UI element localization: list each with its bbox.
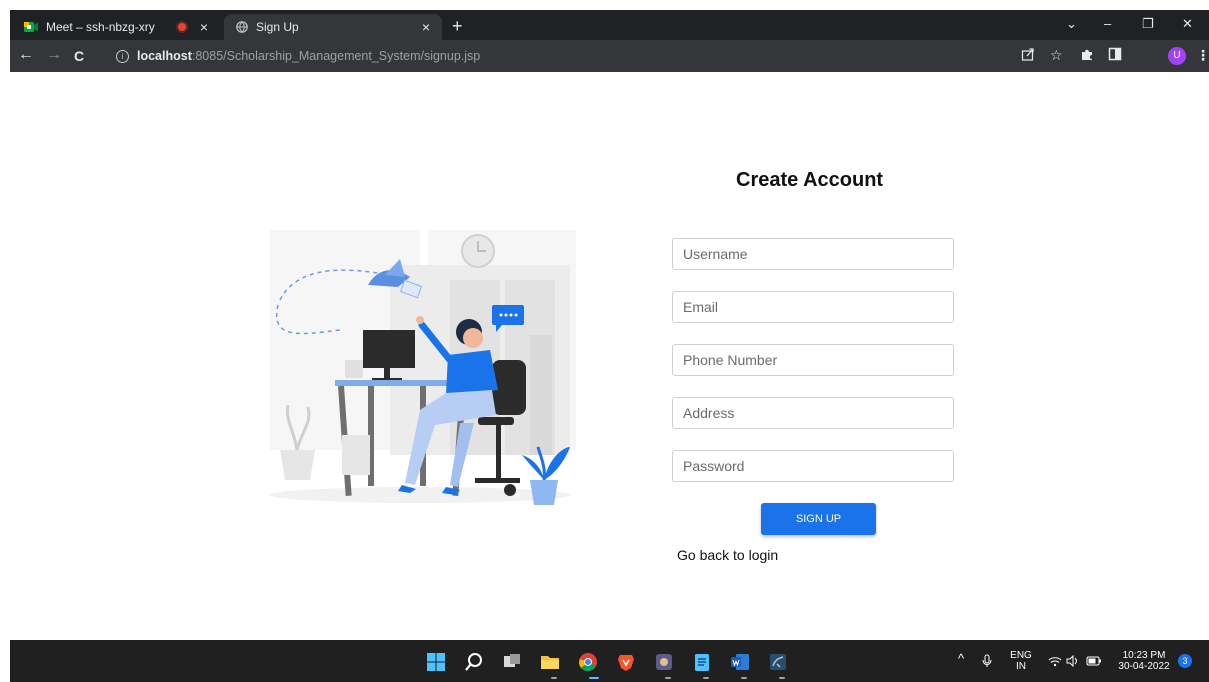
clock[interactable]: 10:23 PM 30-04-2022	[1114, 650, 1174, 672]
globe-icon	[236, 21, 248, 33]
clock-time: 10:23 PM	[1122, 650, 1166, 661]
username-field[interactable]	[672, 238, 954, 270]
password-field[interactable]	[672, 450, 954, 482]
menu-icon[interactable]: ⋮	[1196, 47, 1209, 64]
close-icon[interactable]: ×	[422, 19, 430, 35]
running-indicator	[665, 677, 671, 679]
reload-button[interactable]: C	[74, 48, 84, 64]
restore-button[interactable]: ❐	[1142, 16, 1154, 32]
running-indicator	[551, 677, 557, 679]
tab-signup-title: Sign Up	[256, 20, 299, 34]
windows-taskbar: ^ ENG IN 10:23 PM 30-04-2022	[10, 640, 1209, 682]
back-to-login-link[interactable]: Go back to login	[677, 547, 778, 563]
address-field[interactable]	[672, 397, 954, 429]
notification-badge[interactable]: 3	[1178, 654, 1192, 668]
phone-number-field[interactable]	[672, 344, 954, 376]
tab-search-icon[interactable]: ⌄	[1066, 16, 1077, 32]
page-content	[10, 72, 1209, 640]
office-illustration	[270, 230, 576, 505]
tab-signup[interactable]: Sign Up ×	[224, 14, 442, 40]
new-tab-button[interactable]: +	[452, 16, 463, 37]
star-icon[interactable]: ☆	[1050, 47, 1063, 64]
chrome-icon[interactable]	[578, 652, 598, 672]
volume-icon[interactable]	[1066, 655, 1080, 667]
sign-up-button[interactable]: SIGN UP	[761, 503, 876, 535]
url-path: :8085/Scholarship_Management_System/sign…	[191, 49, 481, 63]
chevron-up-icon[interactable]: ^	[958, 652, 964, 665]
forward-button[interactable]: →	[46, 46, 62, 64]
profile-avatar[interactable]: U	[1168, 47, 1186, 65]
info-icon[interactable]: i	[116, 49, 129, 63]
tab-meet[interactable]: Meet – ssh-nbzg-xry ×	[10, 14, 220, 40]
top-strip	[0, 0, 1209, 10]
start-icon[interactable]	[426, 652, 446, 672]
taskview-icon[interactable]	[502, 652, 522, 672]
mysql-workbench-icon[interactable]	[768, 652, 788, 672]
running-indicator	[779, 677, 785, 679]
brave-icon[interactable]	[616, 652, 636, 672]
word-icon[interactable]	[730, 652, 750, 672]
language-region: IN	[1016, 661, 1026, 672]
language-code: ENG	[1010, 650, 1032, 661]
minimize-button[interactable]: –	[1104, 16, 1111, 31]
url-host: localhost	[137, 49, 192, 63]
email-field[interactable]	[672, 291, 954, 323]
running-indicator	[741, 677, 747, 679]
language-indicator[interactable]: ENG IN	[1006, 650, 1036, 672]
address-bar[interactable]: i localhost :8085/Scholarship_Management…	[110, 44, 1010, 68]
microphone-icon[interactable]	[982, 654, 992, 668]
active-indicator	[589, 677, 599, 679]
clock-date: 30-04-2022	[1118, 661, 1170, 672]
wifi-icon[interactable]	[1048, 656, 1062, 667]
recording-icon	[178, 23, 186, 31]
close-icon[interactable]: ×	[200, 19, 208, 35]
app-icon[interactable]	[654, 652, 674, 672]
browser-toolbar: ← → C i localhost :8085/Scholarship_Mana…	[10, 40, 1209, 72]
back-button[interactable]: ←	[18, 46, 34, 64]
page-title: Create Account	[736, 169, 884, 191]
puzzle-icon[interactable]	[1080, 47, 1094, 61]
notepad-icon[interactable]	[692, 652, 712, 672]
file-explorer-icon[interactable]	[540, 652, 560, 672]
battery-icon[interactable]	[1086, 656, 1102, 666]
window-close-button[interactable]: ✕	[1182, 16, 1193, 32]
sidepanel-icon[interactable]	[1108, 47, 1122, 61]
running-indicator	[703, 677, 709, 679]
share-icon[interactable]	[1021, 47, 1035, 61]
tab-meet-title: Meet – ssh-nbzg-xry	[46, 20, 155, 34]
google-meet-icon	[24, 22, 38, 32]
search-icon[interactable]	[464, 652, 484, 672]
browser-tab-bar: Meet – ssh-nbzg-xry × Sign Up × + ⌄ – ❐ …	[10, 10, 1209, 40]
